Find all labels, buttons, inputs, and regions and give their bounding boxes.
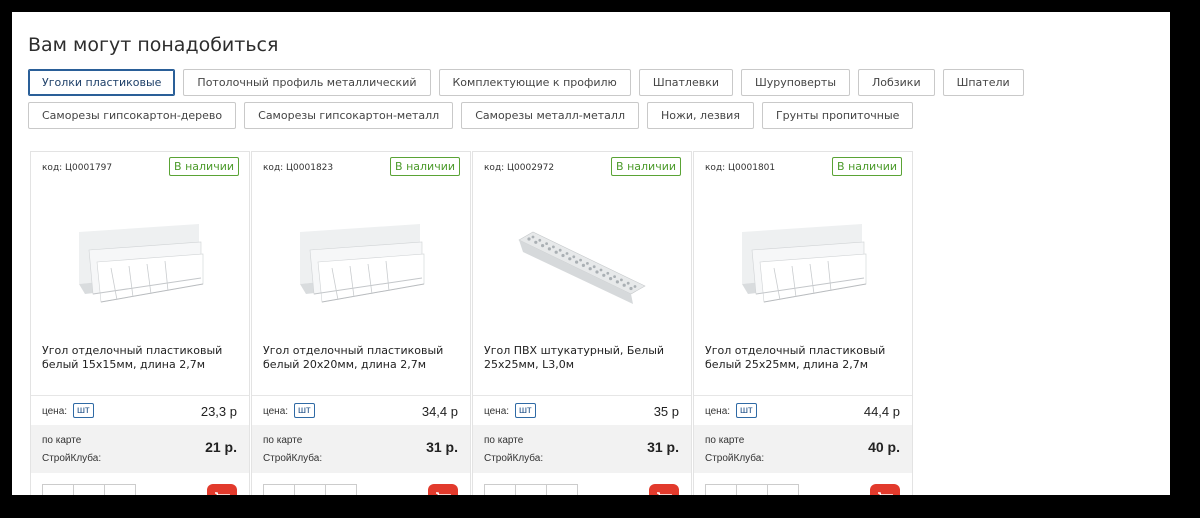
minus-icon[interactable] — [705, 484, 737, 495]
tag-row-1: Уголки пластиковые Потолочный профиль ме… — [28, 69, 1148, 96]
cart-icon — [215, 492, 230, 495]
quantity-input[interactable] — [73, 484, 105, 495]
club-label-line1: по карте — [263, 435, 303, 446]
product-image[interactable] — [734, 212, 874, 312]
club-label-line1: по карте — [42, 435, 82, 446]
tag-row-2: Саморезы гипсокартон-дерево Саморезы гип… — [28, 102, 1148, 129]
tag-ceiling-profile[interactable]: Потолочный профиль металлический — [183, 69, 431, 96]
minus-icon[interactable] — [484, 484, 516, 495]
product-code: код: Ц0001801 — [705, 163, 776, 173]
product-name[interactable]: Угол отделочный пластиковый белый 25х25м… — [705, 344, 905, 372]
tag-screws-drywall-wood[interactable]: Саморезы гипсокартон-дерево — [28, 102, 237, 129]
cart-icon — [436, 492, 451, 495]
quantity-input[interactable] — [294, 484, 326, 495]
price-row: цена: шт 23,3 р — [31, 395, 249, 425]
club-price-row: по карте СтройКлуба: 21 р. — [31, 425, 249, 473]
unit-selector[interactable]: шт — [736, 403, 757, 418]
club-price: 21 р. — [205, 439, 237, 455]
club-label-line1: по карте — [705, 435, 745, 446]
tag-profile-accessories[interactable]: Комплектующие к профилю — [438, 69, 631, 96]
quantity-input[interactable] — [515, 484, 547, 495]
minus-icon[interactable] — [42, 484, 74, 495]
add-to-cart-button[interactable] — [870, 484, 900, 495]
tag-screwdrivers[interactable]: Шуруповерты — [741, 69, 851, 96]
minus-icon[interactable] — [263, 484, 295, 495]
add-to-cart-button[interactable] — [649, 484, 679, 495]
product-card[interactable]: код: Ц0002972 В наличии Угол ПВХ штукату… — [472, 151, 692, 495]
price-label: цена: — [705, 406, 731, 417]
stock-badge: В наличии — [169, 157, 239, 176]
club-price-row: по карте СтройКлуба: 31 р. — [473, 425, 691, 473]
product-card[interactable]: код: Ц0001801 В наличии Угол отделочный … — [693, 151, 913, 495]
product-price: 23,3 р — [200, 404, 237, 419]
price-label: цена: — [42, 406, 68, 417]
product-code: код: Ц0001797 — [42, 163, 113, 173]
product-price: 44,4 р — [863, 404, 900, 419]
tag-primers[interactable]: Грунты пропиточные — [761, 102, 914, 129]
club-label-line2: СтройКлуба: — [705, 453, 765, 464]
cart-icon — [878, 492, 893, 495]
price-row: цена: шт 34,4 р — [252, 395, 470, 425]
product-price: 35 р — [653, 404, 679, 419]
section-title: Вам могут понадобиться — [28, 34, 279, 56]
unit-selector[interactable]: шт — [294, 403, 315, 418]
club-label-line2: СтройКлуба: — [263, 453, 323, 464]
tag-spatulas[interactable]: Шпатели — [942, 69, 1024, 96]
tag-knives-blades[interactable]: Ножи, лезвия — [646, 102, 754, 129]
tag-plastic-corners[interactable]: Уголки пластиковые — [28, 69, 176, 96]
product-list: код: Ц0001797 В наличии Угол отделочный … — [30, 151, 914, 495]
add-to-cart-button[interactable] — [207, 484, 237, 495]
plus-icon[interactable] — [546, 484, 578, 495]
plastic-corner-illustration — [79, 224, 204, 303]
stock-badge: В наличии — [832, 157, 902, 176]
price-row: цена: шт 44,4 р — [694, 395, 912, 425]
plus-icon[interactable] — [325, 484, 357, 495]
club-price-row: по карте СтройКлуба: 31 р. — [252, 425, 470, 473]
tag-screws-drywall-metal[interactable]: Саморезы гипсокартон-металл — [244, 102, 454, 129]
product-image[interactable] — [513, 212, 653, 312]
product-image[interactable] — [71, 212, 211, 312]
perforated-corner-illustration — [518, 231, 646, 304]
product-image[interactable] — [292, 212, 432, 312]
club-label-line2: СтройКлуба: — [42, 453, 102, 464]
product-name[interactable]: Угол ПВХ штукатурный, Белый 25х25мм, L3,… — [484, 344, 684, 372]
tag-screws-metal-metal[interactable]: Саморезы металл-металл — [461, 102, 639, 129]
plastic-corner-illustration — [742, 224, 867, 303]
club-label-line2: СтройКлуба: — [484, 453, 544, 464]
category-tags: Уголки пластиковые Потолочный профиль ме… — [28, 69, 1148, 135]
club-price: 31 р. — [426, 439, 458, 455]
tag-jigsaws[interactable]: Лобзики — [858, 69, 935, 96]
club-price: 40 р. — [868, 439, 900, 455]
product-price: 34,4 р — [421, 404, 458, 419]
product-name[interactable]: Угол отделочный пластиковый белый 20х20м… — [263, 344, 463, 372]
recommendations-panel: Вам могут понадобиться Уголки пластиковы… — [12, 12, 1170, 495]
product-card[interactable]: код: Ц0001823 В наличии Угол отделочный … — [251, 151, 471, 495]
quantity-stepper — [484, 484, 578, 495]
plastic-corner-illustration — [300, 224, 425, 303]
price-row: цена: шт 35 р — [473, 395, 691, 425]
quantity-stepper — [263, 484, 357, 495]
plus-icon[interactable] — [104, 484, 136, 495]
add-to-cart-button[interactable] — [428, 484, 458, 495]
quantity-stepper — [705, 484, 799, 495]
product-name[interactable]: Угол отделочный пластиковый белый 15х15м… — [42, 344, 242, 372]
quantity-input[interactable] — [736, 484, 768, 495]
stock-badge: В наличии — [390, 157, 460, 176]
club-price: 31 р. — [647, 439, 679, 455]
price-label: цена: — [484, 406, 510, 417]
cart-icon — [657, 492, 672, 495]
stock-badge: В наличии — [611, 157, 681, 176]
unit-selector[interactable]: шт — [73, 403, 94, 418]
club-label-line1: по карте — [484, 435, 524, 446]
product-code: код: Ц0002972 — [484, 163, 555, 173]
unit-selector[interactable]: шт — [515, 403, 536, 418]
product-card[interactable]: код: Ц0001797 В наличии Угол отделочный … — [30, 151, 250, 495]
product-code: код: Ц0001823 — [263, 163, 334, 173]
plus-icon[interactable] — [767, 484, 799, 495]
tag-putty[interactable]: Шпатлевки — [638, 69, 733, 96]
club-price-row: по карте СтройКлуба: 40 р. — [694, 425, 912, 473]
quantity-stepper — [42, 484, 136, 495]
price-label: цена: — [263, 406, 289, 417]
